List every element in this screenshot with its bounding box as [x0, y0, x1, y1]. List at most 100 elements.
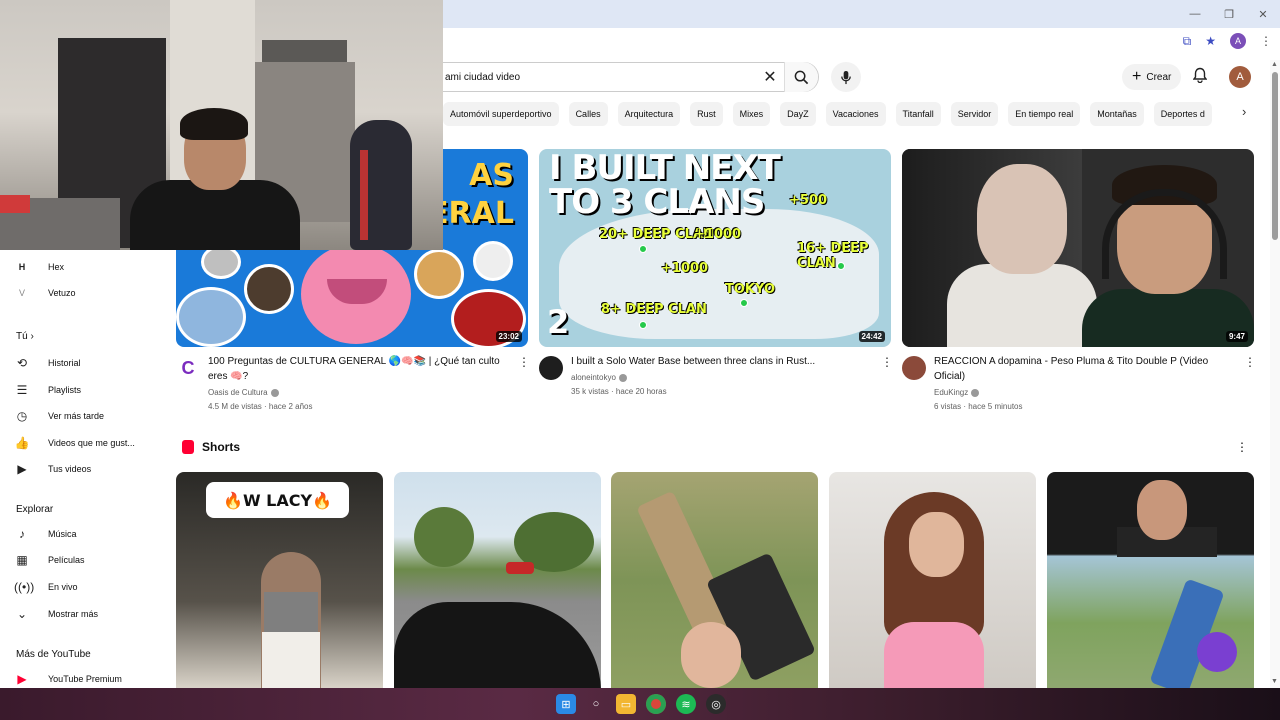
- sidebar-subscription-item[interactable]: V Vetuzo: [14, 282, 76, 304]
- playlists-icon: ☰: [16, 383, 28, 397]
- channel-name[interactable]: EduKingz: [934, 385, 980, 400]
- webcam-scene: [360, 150, 368, 240]
- bookmark-star-icon[interactable]: ★: [1205, 34, 1216, 48]
- chip[interactable]: Servidor: [950, 102, 999, 126]
- video-title[interactable]: 100 Preguntas de CULTURA GENERAL 🌎🧠📚 | ¿…: [208, 354, 508, 384]
- search-input[interactable]: ami ciudad video: [443, 72, 756, 83]
- channel-name[interactable]: Oasis de Cultura: [208, 385, 279, 400]
- more-actions-icon[interactable]: ⋮: [881, 355, 893, 369]
- microphone-icon: [841, 70, 851, 84]
- you-heading[interactable]: Tú ›: [16, 331, 34, 342]
- channel-avatar[interactable]: C: [176, 356, 200, 380]
- short-thumbnail[interactable]: [829, 472, 1036, 688]
- short-thumbnail[interactable]: 🔥W LACY🔥: [176, 472, 383, 688]
- map-marker: [639, 245, 647, 253]
- search-button[interactable]: [784, 62, 818, 92]
- video-thumbnail[interactable]: I BUILT NEXT TO 3 CLANS 20+ DEEP CLAN +1…: [539, 149, 891, 347]
- minimize-icon[interactable]: —: [1178, 0, 1212, 28]
- thumbnail-image: [681, 622, 741, 688]
- chip[interactable]: Mixes: [732, 102, 771, 126]
- close-window-icon[interactable]: ✕: [1246, 0, 1280, 28]
- video-title[interactable]: REACCION A dopamina - Peso Pluma & Tito …: [934, 354, 1234, 384]
- sidebar-item-movies[interactable]: ▦ Películas: [14, 549, 84, 571]
- obs-icon[interactable]: ◎: [706, 694, 726, 714]
- thumbnail-image: [176, 287, 246, 347]
- account-avatar[interactable]: A: [1229, 66, 1251, 88]
- os-taskbar: ⊞ ○ ▭ ≋ ◎: [0, 688, 1280, 720]
- chip[interactable]: Deportes d: [1153, 102, 1212, 126]
- verified-icon: [270, 388, 279, 397]
- scroll-down-icon[interactable]: ▼: [1271, 678, 1278, 685]
- short-thumbnail[interactable]: [1047, 472, 1254, 688]
- short-thumbnail[interactable]: [394, 472, 601, 688]
- video-duration: 24:42: [858, 331, 885, 342]
- search-box[interactable]: ami ciudad video ✕: [443, 62, 819, 92]
- clear-search-icon[interactable]: ✕: [756, 67, 784, 87]
- chip[interactable]: Calles: [568, 102, 608, 126]
- chip[interactable]: Rust: [690, 102, 723, 126]
- chip[interactable]: Montañas: [1090, 102, 1144, 126]
- thumbnail-label: +500: [789, 193, 828, 208]
- chip[interactable]: DayZ: [780, 102, 816, 126]
- chip[interactable]: Vacaciones: [825, 102, 886, 126]
- webcam-person: [180, 108, 248, 140]
- sidebar-item-watch-later[interactable]: ◷ Ver más tarde: [14, 405, 104, 427]
- sidebar-item-youtube-premium[interactable]: ▶ YouTube Premium: [14, 668, 122, 690]
- sidebar-item-your-videos[interactable]: ▶ Tus videos: [14, 458, 91, 480]
- verified-icon: [971, 388, 980, 397]
- restore-icon[interactable]: ❐: [1212, 0, 1246, 28]
- voice-search-button[interactable]: [831, 62, 861, 92]
- more-actions-icon[interactable]: ⋮: [1244, 355, 1256, 369]
- browser-menu-icon[interactable]: ⋮: [1260, 34, 1272, 48]
- create-button[interactable]: + Crear: [1122, 64, 1182, 90]
- scroll-up-icon[interactable]: ▲: [1271, 61, 1278, 68]
- explore-heading: Explorar: [16, 504, 54, 515]
- thumbnail-image: [414, 507, 474, 567]
- chrome-icon[interactable]: [646, 694, 666, 714]
- chevron-right-icon[interactable]: ›: [1242, 104, 1246, 119]
- sidebar-item-music[interactable]: ♪ Música: [14, 523, 77, 545]
- more-actions-icon[interactable]: ⋮: [1236, 440, 1248, 454]
- sidebar-item-liked[interactable]: 👍 Videos que me gust...: [14, 432, 135, 454]
- chevron-right-icon: ›: [30, 331, 34, 342]
- chip[interactable]: En tiempo real: [1008, 102, 1081, 126]
- thumbnail-text: I BUILT NEXT TO 3 CLANS: [549, 149, 781, 222]
- sidebar-item-live[interactable]: ((•)) En vivo: [14, 576, 78, 598]
- sidebar-item-label: Videos que me gust...: [48, 438, 135, 448]
- channel-avatar: H: [18, 262, 26, 272]
- browser-profile-avatar[interactable]: A: [1230, 33, 1246, 49]
- channel-avatar[interactable]: [539, 356, 563, 380]
- page-scrollbar[interactable]: ▲ ▼: [1270, 60, 1280, 688]
- video-title[interactable]: I built a Solo Water Base between three …: [571, 354, 871, 369]
- notifications-button[interactable]: [1192, 67, 1208, 88]
- sidebar-item-history[interactable]: ⟲ Historial: [14, 352, 81, 374]
- windows-start-icon[interactable]: ⊞: [556, 694, 576, 714]
- file-explorer-icon[interactable]: ▭: [616, 694, 636, 714]
- browser-toolbar: ⧉ ★ A ⋮: [443, 28, 1280, 56]
- search-icon[interactable]: ○: [586, 694, 606, 714]
- sidebar-subscription-item[interactable]: H Hex: [14, 256, 64, 278]
- channel-avatar[interactable]: [902, 356, 926, 380]
- watch-later-icon: ◷: [16, 409, 28, 423]
- short-thumbnail[interactable]: [611, 472, 818, 688]
- history-icon: ⟲: [16, 356, 28, 370]
- chip[interactable]: Automóvil superdeportivo: [443, 102, 559, 126]
- movies-icon: ▦: [16, 553, 28, 567]
- scroll-thumb[interactable]: [1272, 72, 1278, 240]
- thumbnail-image: [947, 264, 1097, 347]
- thumbnail-image: [262, 632, 320, 688]
- music-icon: ♪: [19, 527, 25, 541]
- sidebar-item-show-more[interactable]: ⌄ Mostrar más: [14, 603, 98, 625]
- thumbnail-image: [244, 264, 294, 314]
- video-meta: 35 k vistas · hace 20 horas: [571, 387, 667, 396]
- more-actions-icon[interactable]: ⋮: [518, 355, 530, 369]
- install-app-icon[interactable]: ⧉: [1183, 34, 1192, 49]
- video-thumbnail[interactable]: 9:47: [902, 149, 1254, 347]
- chip[interactable]: Titanfall: [895, 102, 941, 126]
- spotify-icon[interactable]: ≋: [676, 694, 696, 714]
- map-marker: [639, 321, 647, 329]
- sidebar-item-playlists[interactable]: ☰ Playlists: [14, 379, 81, 401]
- chip[interactable]: Arquitectura: [617, 102, 681, 126]
- channel-name[interactable]: aloneintokyo: [571, 370, 627, 385]
- sidebar-item-label: Playlists: [48, 385, 82, 395]
